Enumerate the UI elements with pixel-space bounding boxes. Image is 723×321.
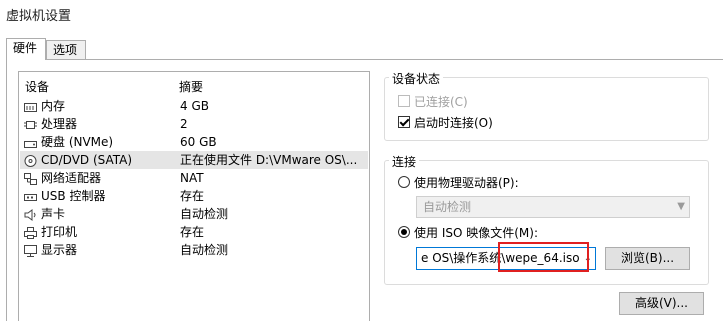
cd-dvd-icon (24, 154, 37, 167)
device-row-display[interactable]: 显示器 自动检测 (20, 241, 368, 259)
device-summary: 正在使用文件 D:\VMware OS\... (180, 153, 358, 167)
column-header-device[interactable]: 设备 (25, 78, 49, 95)
chevron-down-icon: ▼ (677, 201, 685, 212)
iso-image-label[interactable]: 使用 ISO 映像文件(M): (414, 224, 538, 241)
device-name: 网络适配器 (41, 171, 102, 185)
connection-legend: 连接 (389, 153, 420, 170)
monitor-icon (24, 244, 37, 257)
device-row-memory[interactable]: 内存 4 GB (20, 97, 368, 115)
physical-drive-label[interactable]: 使用物理驱动器(P): (414, 174, 519, 191)
physical-drive-value: 自动检测 (423, 200, 472, 214)
device-summary: 自动检测 (180, 243, 229, 257)
iso-path-filename: wepe_64.iso (505, 251, 580, 265)
device-summary: 自动检测 (180, 207, 229, 221)
network-adapter-icon (24, 172, 37, 185)
device-name: USB 控制器 (41, 189, 106, 203)
column-header-summary[interactable]: 摘要 (179, 78, 203, 95)
device-name: 声卡 (41, 207, 66, 221)
device-summary: 2 (180, 117, 188, 131)
device-summary: NAT (180, 171, 204, 185)
device-status-legend: 设备状态 (389, 70, 444, 87)
device-summary: 60 GB (180, 135, 217, 149)
cpu-icon (24, 118, 37, 129)
browse-button[interactable]: 浏览(B)... (605, 247, 690, 270)
memory-icon (24, 100, 37, 112)
advanced-button[interactable]: 高级(V)... (619, 292, 704, 315)
device-name: CD/DVD (SATA) (41, 153, 133, 167)
tab-options[interactable]: 选项 (46, 40, 86, 60)
physical-drive-radio[interactable] (398, 176, 410, 188)
connect-at-power-on-checkbox[interactable] (398, 116, 410, 128)
speaker-icon (24, 208, 37, 221)
device-name: 处理器 (41, 117, 78, 131)
chevron-down-icon[interactable]: ⌄ (584, 248, 592, 269)
iso-image-radio[interactable] (398, 226, 410, 238)
device-name: 打印机 (41, 225, 78, 239)
device-name: 内存 (41, 99, 66, 113)
tab-hardware[interactable]: 硬件 (6, 38, 46, 60)
device-row-hard-disk[interactable]: 硬盘 (NVMe) 60 GB (20, 133, 368, 151)
device-row-processor[interactable]: 处理器 2 (20, 115, 368, 133)
device-row-network-adapter[interactable]: 网络适配器 NAT (20, 169, 368, 187)
device-row-printer[interactable]: 打印机 存在 (20, 223, 368, 241)
iso-path-prefix: e OS\操作系统\ (421, 251, 506, 265)
device-name: 显示器 (41, 243, 78, 257)
device-summary: 存在 (180, 189, 205, 203)
device-list[interactable]: 设备 摘要 内存 4 GB 处理器 2 硬盘 (NVMe) 60 GB CD/D… (18, 71, 370, 321)
physical-drive-select: 自动检测 ▼ (416, 196, 690, 218)
printer-icon (24, 226, 37, 239)
device-row-usb[interactable]: USB 控制器 存在 (20, 187, 368, 205)
window-title: 虚拟机设置 (6, 9, 72, 24)
usb-icon (24, 190, 37, 201)
device-row-sound-card[interactable]: 声卡 自动检测 (20, 205, 368, 223)
connected-label: 已连接(C) (414, 95, 468, 109)
connected-checkbox (398, 95, 410, 107)
device-summary: 4 GB (180, 99, 209, 113)
hard-disk-icon (24, 136, 37, 148)
device-row-cd-dvd[interactable]: CD/DVD (SATA) 正在使用文件 D:\VMware OS\... (20, 151, 368, 169)
connect-at-power-on-label[interactable]: 启动时连接(O) (414, 114, 493, 131)
device-name: 硬盘 (NVMe) (41, 135, 114, 149)
device-summary: 存在 (180, 225, 205, 239)
iso-path-input[interactable]: e OS\操作系统\wepe_64.iso ⌄ (416, 247, 596, 270)
